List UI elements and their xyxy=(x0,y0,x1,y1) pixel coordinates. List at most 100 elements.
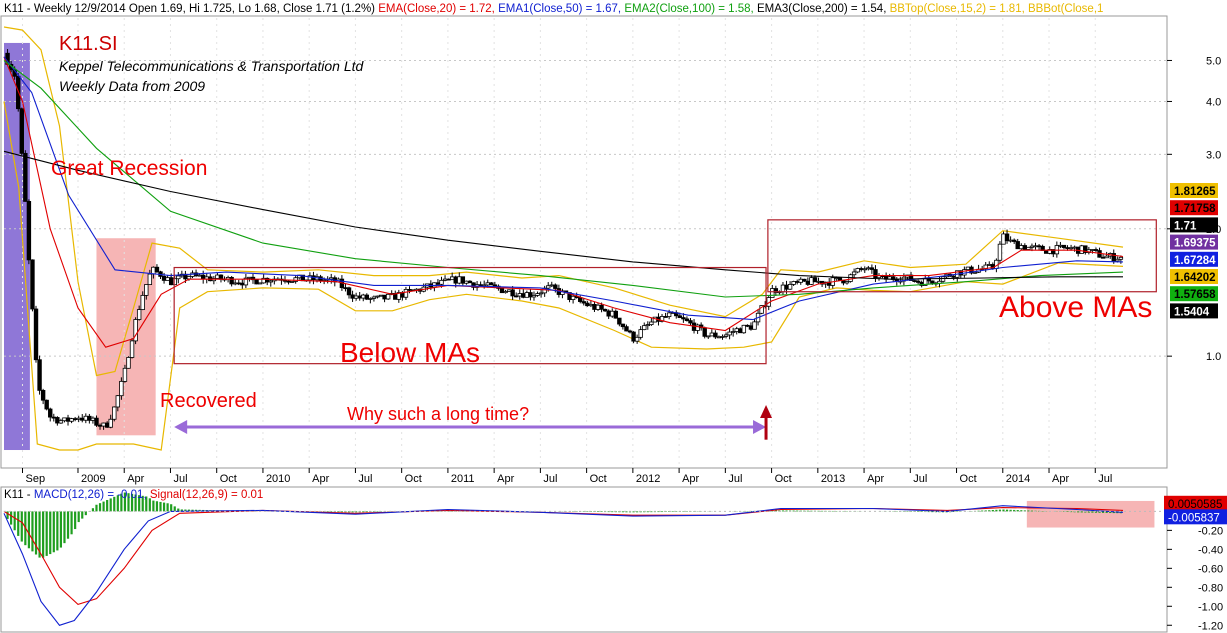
company-name: Keppel Telecommunications & Transportati… xyxy=(59,58,364,74)
candle-body xyxy=(361,294,366,299)
macd-badge-label: 0.0050585 xyxy=(1168,499,1222,511)
candle-body xyxy=(524,292,530,298)
candle-body xyxy=(200,274,206,280)
candle-body xyxy=(592,303,597,310)
candle-body xyxy=(506,289,512,292)
candle-body xyxy=(677,315,683,318)
candle-body xyxy=(439,279,444,285)
candle-body xyxy=(1008,239,1013,242)
candle-body xyxy=(1104,255,1109,259)
time-tick-label: Oct xyxy=(960,473,977,485)
candle-body xyxy=(257,282,263,285)
candle-body xyxy=(873,269,878,279)
candle-body xyxy=(987,264,992,266)
candle-body xyxy=(44,399,49,410)
candle-body xyxy=(481,284,487,287)
macd-pane xyxy=(0,486,1168,633)
candle-body xyxy=(812,277,818,283)
candle-body xyxy=(752,321,757,330)
candle-body xyxy=(1079,245,1084,254)
candle-body xyxy=(232,282,238,285)
candle-body xyxy=(19,108,24,154)
candle-body xyxy=(197,274,202,277)
candle-body xyxy=(538,292,544,295)
candle-body xyxy=(69,418,74,422)
candle-body xyxy=(168,277,174,286)
price-tick-label: 5.0 xyxy=(1206,55,1221,67)
macd-header: K11 - MACD(12,26) = -0.01, Signal(12,26,… xyxy=(4,489,263,501)
candle-body xyxy=(1022,245,1028,250)
candle-body xyxy=(1118,256,1124,260)
candle-body xyxy=(738,328,743,334)
candle-body xyxy=(627,330,633,333)
candle-body xyxy=(403,289,409,298)
chart-canvas: 5.04.03.02.01.0 1.812651.717581.711.6937… xyxy=(0,3,1227,633)
candle-body xyxy=(457,276,462,284)
candle-body xyxy=(62,417,67,422)
macd-badges: 0.0050585-0.005837 xyxy=(1164,495,1227,525)
candle-body xyxy=(460,276,466,284)
macd-header-signal: Signal(12,26,9) = 0.01 xyxy=(150,489,263,501)
candle-body xyxy=(1043,250,1049,254)
subtitle: Weekly Data from 2009 xyxy=(59,78,205,94)
candle-body xyxy=(521,293,526,298)
time-tick-label: Oct xyxy=(405,473,422,485)
candle-body xyxy=(229,276,234,285)
candle-body xyxy=(453,276,458,284)
price-badge-label: 1.67284 xyxy=(1174,255,1216,267)
candle-body xyxy=(289,281,295,283)
candle-body xyxy=(94,417,99,426)
candle-body xyxy=(535,293,540,296)
time-tick-label: Jul xyxy=(1098,473,1112,485)
candle-body xyxy=(449,276,455,281)
candle-body xyxy=(645,324,651,327)
price-badge-label: 1.57658 xyxy=(1174,289,1216,301)
time-tick-label: Jul xyxy=(913,473,927,485)
candle-body xyxy=(638,329,643,338)
candle-body xyxy=(492,284,498,287)
candle-body xyxy=(720,336,725,338)
candle-body xyxy=(350,294,355,299)
candle-body xyxy=(58,420,64,424)
candle-body xyxy=(951,275,956,278)
time-tick-label: 2010 xyxy=(266,473,290,485)
candle-body xyxy=(688,320,693,324)
candle-body xyxy=(76,417,81,420)
candle-body xyxy=(329,277,334,280)
candle-body xyxy=(681,317,686,320)
candle-body xyxy=(624,326,629,332)
candle-body xyxy=(794,281,800,283)
candle-body xyxy=(1058,244,1063,247)
candle-body xyxy=(87,415,92,421)
candle-body xyxy=(816,280,821,283)
time-tick-label: Apr xyxy=(1052,473,1069,485)
price-badge-label: 1.71 xyxy=(1174,220,1197,232)
candle-body xyxy=(51,416,56,419)
candle-body xyxy=(119,380,124,397)
candle-body xyxy=(1065,247,1070,249)
time-tick-label: Apr xyxy=(497,473,514,485)
candle-body xyxy=(1072,246,1077,249)
candle-body xyxy=(378,294,384,297)
candle-body xyxy=(855,268,860,273)
candle-body xyxy=(478,284,483,287)
time-tick-label: Jul xyxy=(543,473,557,485)
candle-body xyxy=(866,267,871,270)
header-bbtop: BBTop(Close,15,2) = 1.81, xyxy=(890,3,1028,15)
candle-body xyxy=(528,292,533,298)
candle-body xyxy=(602,308,608,312)
candle-body xyxy=(787,284,793,290)
candle-body xyxy=(972,271,978,274)
candle-body xyxy=(407,289,412,291)
candle-body xyxy=(844,281,850,284)
candle-body xyxy=(570,295,576,300)
candle-body xyxy=(236,282,241,285)
candle-body xyxy=(1115,258,1120,262)
candle-body xyxy=(862,268,867,271)
candle-body xyxy=(1015,241,1020,250)
candle-body xyxy=(442,278,448,281)
candle-body xyxy=(1068,247,1074,250)
candle-body xyxy=(1004,233,1010,242)
candle-body xyxy=(784,284,789,290)
candle-body xyxy=(26,201,32,261)
